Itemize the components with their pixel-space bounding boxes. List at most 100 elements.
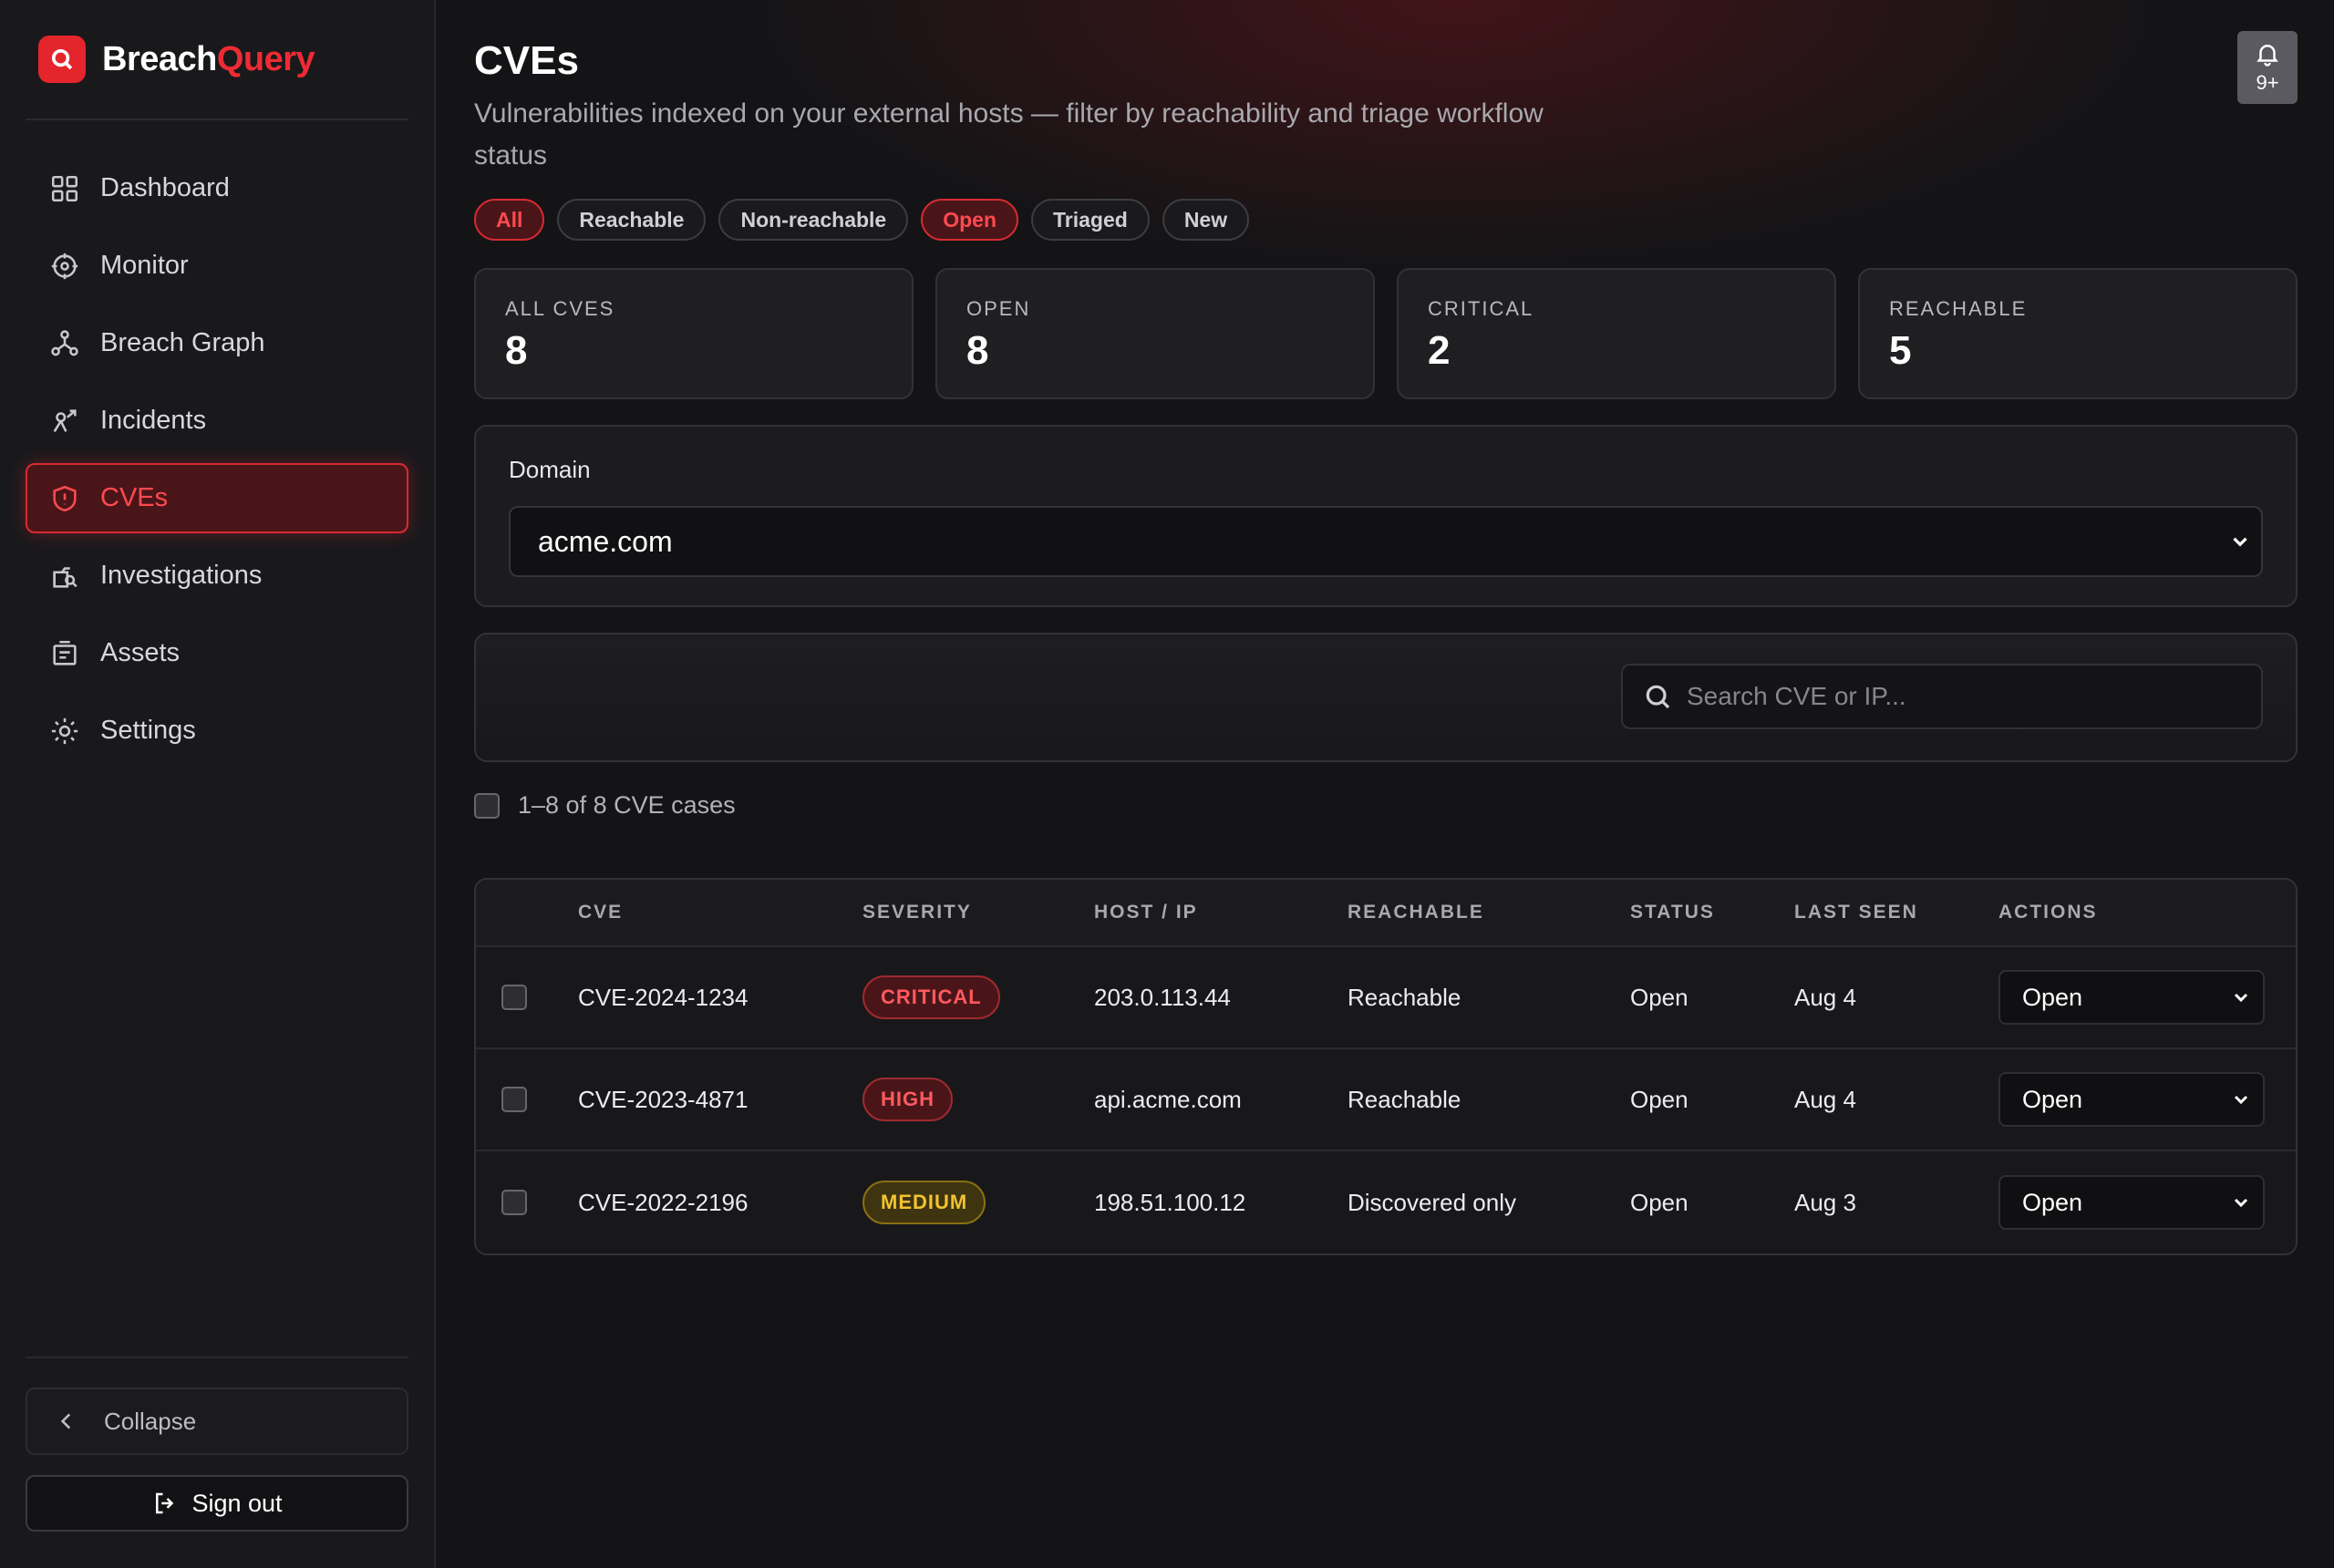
sidebar-item-incidents[interactable]: Incidents	[26, 386, 408, 456]
investigate-icon	[53, 566, 77, 588]
grid-icon	[51, 175, 78, 201]
filter-chip-new[interactable]: New	[1162, 199, 1250, 241]
status-select[interactable]: Open	[1998, 1072, 2265, 1127]
table-row[interactable]: CVE-2022-2196 MEDIUM 198.51.100.12 Disco…	[476, 1151, 2296, 1253]
results-count-row: 1–8 of 8 CVE cases	[474, 791, 2298, 820]
search-input[interactable]	[1687, 682, 2261, 711]
sidebar-item-assets[interactable]: Assets	[26, 618, 408, 688]
domain-select[interactable]: acme.com	[509, 506, 2263, 577]
notifications-count: 9+	[2256, 71, 2279, 94]
cell-actions: Open	[1998, 1175, 2268, 1230]
search-card	[474, 633, 2298, 762]
page-subtitle: Vulnerabilities indexed on your external…	[474, 98, 1544, 170]
table-header: CVE SEVERITY HOST / IP REACHABLE STATUS …	[476, 880, 2296, 947]
column-header-actions: ACTIONS	[1998, 902, 2098, 923]
select-all-checkbox[interactable]	[474, 792, 500, 819]
filter-chip-all[interactable]: All	[474, 199, 545, 241]
cell-status: Open	[1630, 1085, 1689, 1113]
table-row[interactable]: CVE-2024-1234 CRITICAL 203.0.113.44 Reac…	[476, 947, 2296, 1049]
severity-badge: HIGH	[862, 1078, 953, 1121]
stat-value: 2	[1428, 328, 1451, 373]
sidebar-item-label: Incidents	[100, 406, 207, 435]
target-icon	[51, 253, 78, 279]
collapse-button[interactable]: Collapse	[26, 1387, 408, 1455]
column-header-last-seen[interactable]: LAST SEEN	[1794, 902, 1998, 923]
row-checkbox[interactable]	[501, 1087, 527, 1112]
sidebar-item-label: Breach Graph	[100, 328, 265, 357]
search-shield-icon	[38, 36, 86, 83]
sidebar-item-breach-graph[interactable]: Breach Graph	[26, 308, 408, 378]
row-checkbox[interactable]	[501, 1190, 527, 1215]
cell-severity: MEDIUM	[862, 1181, 1094, 1224]
bell-icon	[2257, 45, 2278, 67]
cell-severity: HIGH	[862, 1078, 1094, 1121]
column-header-host[interactable]: HOST / IP	[1094, 902, 1348, 923]
sidebar-item-investigations[interactable]: Investigations	[26, 541, 408, 611]
sidebar-item-monitor[interactable]: Monitor	[26, 231, 408, 301]
column-header-cve[interactable]: CVE	[578, 902, 862, 923]
brand[interactable]: BreachQuery	[26, 0, 408, 120]
collapse-label: Collapse	[104, 1407, 197, 1435]
column-header-status[interactable]: STATUS	[1630, 902, 1794, 923]
filter-chip-reachable[interactable]: Reachable	[557, 199, 707, 241]
column-header-reachable[interactable]: REACHABLE	[1348, 902, 1630, 923]
incident-icon	[53, 408, 77, 432]
sidebar-item-label: CVEs	[100, 483, 169, 512]
sign-out-button[interactable]: Sign out	[26, 1475, 408, 1532]
cell-status: Open	[1630, 1188, 1689, 1216]
results-count: 1–8 of 8 CVE cases	[518, 791, 736, 819]
filter-chip-open[interactable]: Open	[921, 199, 1018, 241]
sign-out-label: Sign out	[191, 1489, 283, 1517]
chevron-down-icon	[2234, 993, 2248, 1003]
status-select[interactable]: Open	[1998, 970, 2265, 1025]
filter-chip-non-reachable[interactable]: Non-reachable	[718, 199, 909, 241]
cell-status: Open	[1630, 983, 1689, 1011]
notifications-button[interactable]: 9+	[2237, 31, 2298, 104]
severity-badge: CRITICAL	[862, 975, 1000, 1019]
column-header-severity[interactable]: SEVERITY	[862, 902, 1094, 923]
cve-table: CVE SEVERITY HOST / IP REACHABLE STATUS …	[474, 878, 2298, 1255]
status-select-value: Open	[2022, 983, 2083, 1011]
domain-selected-value: acme.com	[538, 524, 673, 558]
table-row[interactable]: CVE-2023-4871 HIGH api.acme.com Reachabl…	[476, 1049, 2296, 1151]
main-content: 9+ CVEs Vulnerabilities indexed on your …	[436, 0, 2334, 1568]
cell-last-seen: Aug 4	[1794, 1085, 1856, 1113]
gear-icon	[51, 717, 78, 744]
stat-label: OPEN	[966, 297, 1031, 320]
stats-row: ALL CVES 8 OPEN 8 CRITICAL 2 REACHABLE 5	[474, 268, 2298, 399]
status-select[interactable]: Open	[1998, 1175, 2265, 1230]
cell-reachable: Discovered only	[1348, 1188, 1516, 1216]
cell-actions: Open	[1998, 970, 2268, 1025]
sidebar-item-settings[interactable]: Settings	[26, 696, 408, 766]
stat-label: CRITICAL	[1428, 297, 1534, 320]
cell-host: api.acme.com	[1094, 1085, 1242, 1113]
sidebar-item-label: Settings	[100, 716, 196, 745]
stat-card-all-cves: ALL CVES 8	[474, 268, 914, 399]
sidebar-nav: Dashboard Monitor Breach Graph Incidents…	[26, 153, 408, 766]
filter-chips: All Reachable Non-reachable Open Triaged…	[474, 199, 2298, 241]
row-checkbox-cell	[476, 1190, 578, 1215]
search-box[interactable]	[1621, 664, 2263, 729]
sidebar-item-dashboard[interactable]: Dashboard	[26, 153, 408, 223]
stat-card-critical: CRITICAL 2	[1397, 268, 1836, 399]
stat-value: 8	[505, 328, 528, 373]
sidebar-item-cves[interactable]: CVEs	[26, 463, 408, 533]
stat-label: REACHABLE	[1889, 297, 2028, 320]
severity-badge: MEDIUM	[862, 1181, 986, 1224]
cell-cve[interactable]: CVE-2022-2196	[578, 1189, 862, 1217]
filter-chip-triaged[interactable]: Triaged	[1031, 199, 1150, 241]
status-select-value: Open	[2022, 1085, 2083, 1113]
chevron-down-icon	[2234, 1198, 2248, 1208]
cell-reachable: Reachable	[1348, 1085, 1461, 1113]
row-checkbox[interactable]	[501, 985, 527, 1010]
cell-cve[interactable]: CVE-2023-4871	[578, 1086, 862, 1114]
cell-last-seen: Aug 3	[1794, 1188, 1856, 1216]
search-icon	[1646, 685, 1670, 709]
row-checkbox-cell	[476, 1087, 578, 1112]
cell-host: 203.0.113.44	[1094, 983, 1231, 1011]
chevron-left-icon	[60, 1413, 71, 1429]
stat-value: 8	[966, 328, 989, 373]
cell-cve[interactable]: CVE-2024-1234	[578, 984, 862, 1012]
cell-reachable: Reachable	[1348, 983, 1461, 1011]
cell-severity: CRITICAL	[862, 975, 1094, 1019]
